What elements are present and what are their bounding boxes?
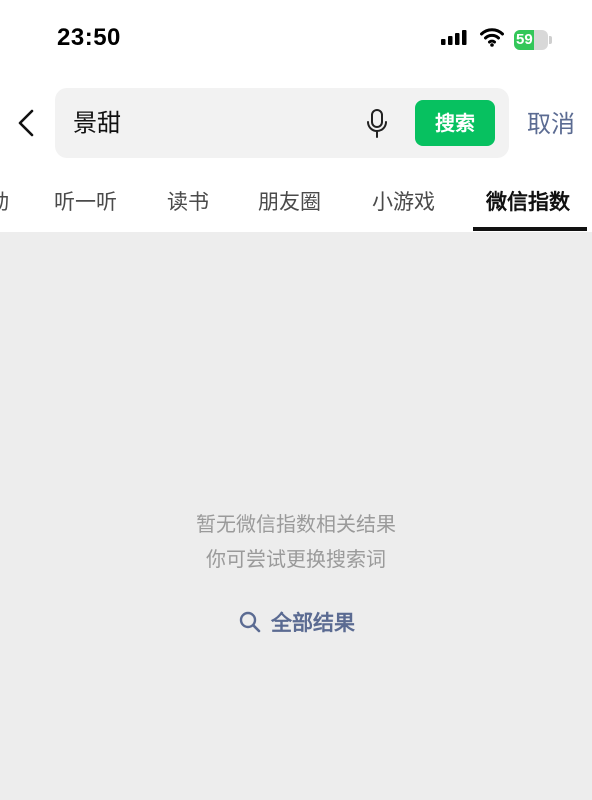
empty-hint: 你可尝试更换搜索词 [206, 547, 386, 571]
mic-icon[interactable] [365, 108, 389, 140]
empty-message: 暂无微信指数相关结果 [196, 512, 396, 536]
tab-read[interactable]: 读书 [167, 186, 209, 216]
battery-body: 59 [514, 30, 548, 50]
all-results-link[interactable]: 全部结果 [239, 607, 355, 637]
tab-listen[interactable]: 听一听 [54, 186, 117, 216]
battery-level: 59 [516, 31, 533, 48]
tab-partial[interactable]: 动 [0, 186, 9, 216]
header: 23:50 59 景甜 搜索 取消 动 听一听 读书 朋友圈 小游 [0, 0, 592, 232]
back-icon[interactable] [14, 108, 38, 138]
tab-moments[interactable]: 朋友圈 [258, 186, 321, 216]
cancel-button[interactable]: 取消 [527, 104, 575, 139]
tab-mini-games[interactable]: 小游戏 [372, 186, 435, 216]
search-button[interactable]: 搜索 [415, 100, 495, 146]
battery-cap [549, 36, 552, 44]
wifi-icon [480, 28, 504, 47]
status-time: 23:50 [57, 24, 121, 51]
tab-wechat-index[interactable]: 微信指数 [486, 186, 570, 216]
search-input[interactable]: 景甜 搜索 [55, 88, 509, 158]
search-icon [239, 611, 261, 633]
search-query[interactable]: 景甜 [73, 88, 121, 158]
signal-icon [441, 30, 467, 45]
battery-icon: 59 [514, 30, 554, 50]
all-results-label[interactable]: 全部结果 [271, 607, 355, 637]
tab-active-indicator [473, 227, 587, 231]
